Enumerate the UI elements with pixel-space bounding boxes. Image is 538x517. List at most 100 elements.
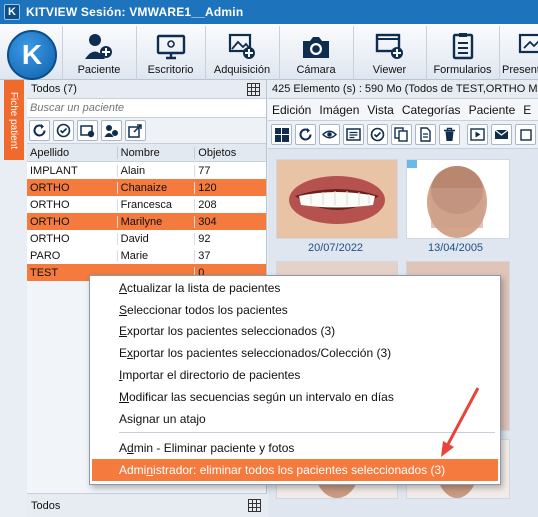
column-first-name[interactable]: Nombre: [116, 146, 195, 159]
patient-group-icon: [104, 125, 118, 137]
thumbnail-smile[interactable]: [276, 159, 398, 239]
menu-text: Asignar un atajo: [119, 412, 206, 426]
export-button[interactable]: [125, 120, 146, 141]
menu-item-delete-all-selected[interactable]: Admi n istrador: eliminar todos los pacien…: [92, 459, 498, 481]
patient-group-button[interactable]: [101, 120, 122, 141]
thumbnail-face[interactable]: [406, 159, 510, 239]
menu-view[interactable]: Vista: [363, 103, 397, 117]
face-photo: [407, 160, 509, 238]
menu-text: eleccionar todos los pacientes: [127, 303, 288, 317]
windows-icon: [274, 127, 289, 142]
menu-item-delete-patient-photos[interactable]: Ad min - Eliminar paciente y fotos: [119, 438, 294, 458]
refresh-button[interactable]: [29, 120, 50, 141]
menu-item-export-collection[interactable]: Ex portar los pacientes seleccionados/Col…: [119, 343, 391, 363]
cell-objects: 77: [194, 164, 266, 177]
gallery-refresh-button[interactable]: [295, 124, 316, 145]
windows-button[interactable]: [271, 124, 292, 145]
app-icon: K: [4, 4, 20, 20]
copy-button[interactable]: [391, 124, 412, 145]
menu-text: portar los pacientes seleccionados/Colec…: [133, 346, 392, 360]
menu-accelerator: d: [127, 441, 134, 455]
cell-last-name: IMPLANT: [30, 164, 78, 177]
overflow-button[interactable]: [515, 124, 536, 145]
menu-more[interactable]: E: [519, 103, 535, 117]
gallery-info: 425 Elemento (s) : 590 Mo (Todos de TEST…: [268, 80, 538, 99]
check-circle-icon: [56, 123, 71, 138]
patient-button[interactable]: Paciente: [62, 26, 135, 80]
window-title: KITVIEW Sesión: VMWARE1__Admin: [26, 5, 244, 19]
thumbnail-date: 13/04/2005: [428, 242, 484, 254]
viewer-button[interactable]: Viewer: [353, 26, 425, 80]
cell-first-name: David: [116, 232, 195, 245]
acquisition-button[interactable]: Adquisición: [205, 26, 278, 80]
menu-item-refresh-list[interactable]: Actualizar la lista de pacientes: [119, 278, 280, 298]
menu-patient[interactable]: Paciente: [465, 103, 520, 117]
table-row[interactable]: ORTHO David 92: [27, 230, 266, 247]
grid-view-icon[interactable]: [248, 499, 261, 512]
patient-file-tab[interactable]: Fiche patient: [4, 80, 24, 160]
presentation-button[interactable]: Present: [499, 26, 538, 80]
table-row[interactable]: IMPLANT Alain 77: [27, 162, 266, 179]
menu-categories[interactable]: Categorías: [398, 103, 465, 117]
menu-text: xportar los pacientes seleccionados (3): [127, 324, 336, 338]
menu-text: mportar el directorio de pacientes: [122, 368, 301, 382]
document-button[interactable]: [415, 124, 436, 145]
patient-search-input[interactable]: [30, 102, 266, 114]
eye-icon: [322, 130, 337, 139]
play-button[interactable]: [467, 124, 488, 145]
cell-objects: 120: [194, 181, 266, 194]
properties-icon: [346, 128, 361, 141]
table-row[interactable]: ORTHO Marilyne 304: [27, 213, 266, 230]
desktop-button[interactable]: Escritorio: [136, 26, 204, 80]
camera-button[interactable]: Cámara: [279, 26, 352, 80]
menu-item-import-directory[interactable]: Importar el directorio de pacientes: [119, 365, 300, 385]
properties-button[interactable]: [343, 124, 364, 145]
menu-item-assign-shortcut[interactable]: Asignar un atajo: [119, 409, 206, 429]
cell-last-name: ORTHO: [30, 215, 70, 228]
camera-icon: [303, 37, 329, 58]
gallery-select-button[interactable]: [367, 124, 388, 145]
forms-button[interactable]: Formularios: [426, 26, 498, 80]
cell-first-name: Alain: [116, 164, 195, 177]
menu-edit[interactable]: Edición: [268, 103, 315, 117]
column-objects[interactable]: Objetos: [194, 146, 266, 159]
desktop-button-label: Escritorio: [147, 64, 194, 76]
email-button[interactable]: [491, 124, 512, 145]
patient-card-icon: [80, 125, 95, 138]
menu-text: E: [119, 346, 128, 360]
menu-text: ctualizar la lista de pacientes: [127, 281, 281, 295]
menu-accelerator: E: [119, 324, 128, 338]
patient-add-icon: [85, 34, 112, 59]
patient-search-box[interactable]: [27, 99, 266, 118]
title-bar: K KITVIEW Sesión: VMWARE1__Admin: [0, 0, 538, 24]
menu-image[interactable]: Imágen: [315, 103, 363, 117]
menu-text: A: [119, 441, 128, 455]
preview-button[interactable]: [319, 124, 340, 145]
table-row[interactable]: ORTHO Francesca 208: [27, 196, 266, 213]
kitview-logo[interactable]: K: [7, 30, 57, 80]
cell-objects: 37: [194, 249, 266, 262]
grid-view-icon[interactable]: [247, 82, 260, 96]
menu-item-select-all[interactable]: Seleccionar todos los pacientes: [119, 300, 288, 320]
more-icon: [519, 128, 532, 141]
menu-item-export-selected[interactable]: Exportar los pacientes seleccionados (3): [119, 321, 335, 341]
gallery-toolbar: [268, 121, 538, 149]
delete-button[interactable]: [439, 124, 460, 145]
export-icon: [128, 124, 142, 138]
table-row[interactable]: PARO Marie 37: [27, 247, 266, 264]
menu-text: istrador: eliminar todos los pacientes s…: [153, 463, 446, 477]
menu-accelerator: A: [119, 281, 128, 295]
cell-first-name: Marilyne: [116, 215, 195, 228]
menu-separator: [119, 432, 495, 433]
acquisition-button-label: Adquisición: [213, 64, 271, 76]
column-last-name[interactable]: Apellido: [27, 147, 117, 159]
table-row[interactable]: ORTHO Chanaize 120: [27, 179, 266, 196]
menu-item-modify-sequences[interactable]: Modificar las secuencias según un interv…: [119, 387, 394, 407]
refresh-icon: [299, 128, 312, 141]
patient-button-label: Paciente: [77, 64, 121, 76]
mail-icon: [494, 129, 509, 139]
patient-card-button[interactable]: [77, 120, 98, 141]
select-all-button[interactable]: [53, 120, 74, 141]
forms-icon: [452, 33, 473, 60]
menu-accelerator: n: [146, 463, 154, 477]
